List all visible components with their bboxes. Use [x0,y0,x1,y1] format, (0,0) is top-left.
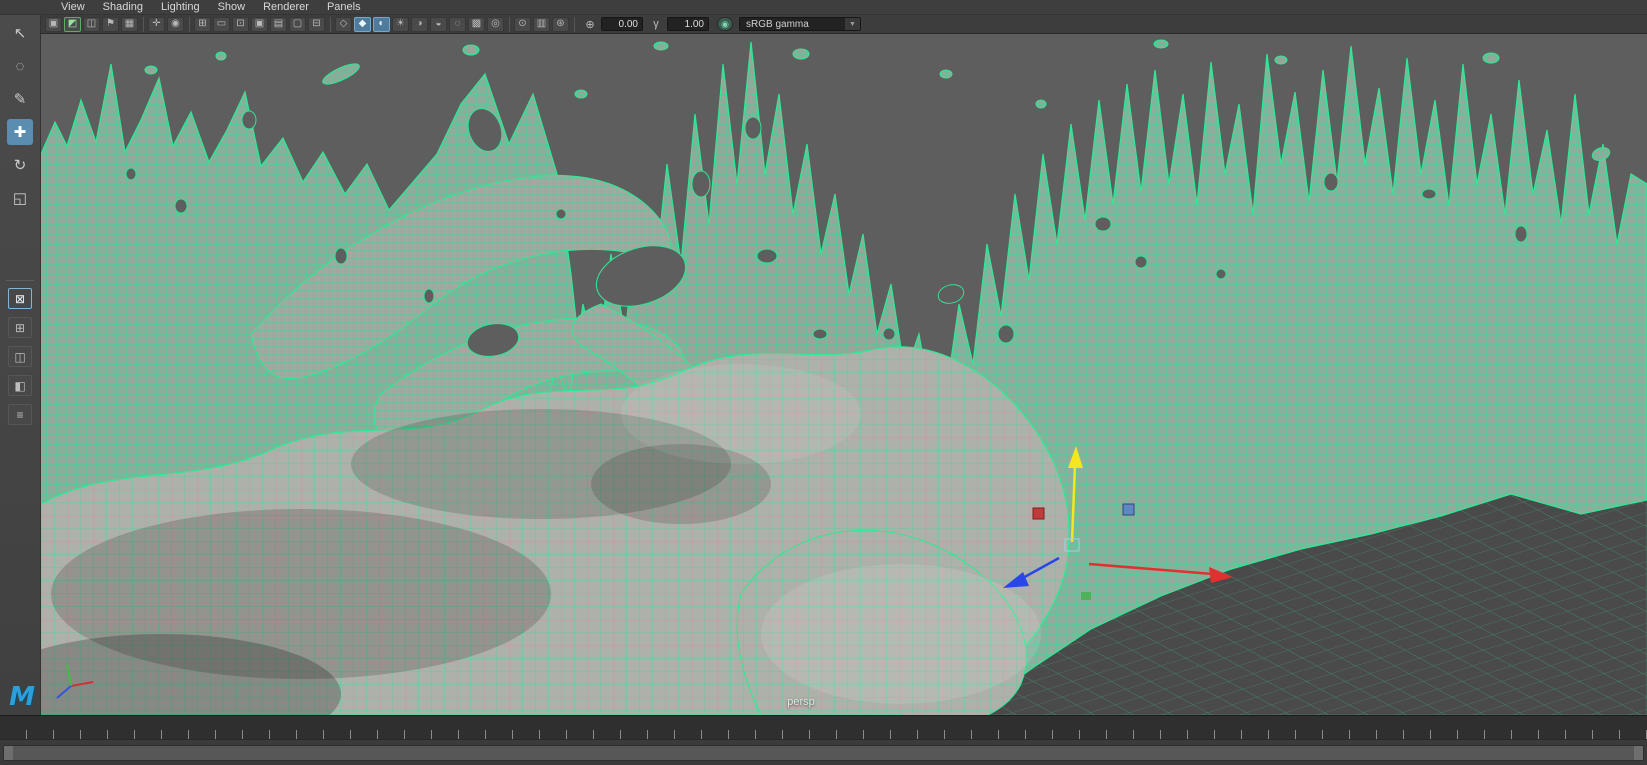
antialias-icon[interactable]: ▩ [468,16,485,32]
exposure-field[interactable]: 0.00 [601,17,643,31]
panel-menu-bar: View Shading Lighting Show Renderer Panels [0,0,1647,15]
resolution-gate-icon[interactable]: ⊡ [232,16,249,32]
manipulator-blue-cube[interactable] [1122,503,1135,516]
safe-action-icon[interactable]: ▢ [289,16,306,32]
toolbar-separator [327,16,331,32]
move-tool[interactable]: ✚ [7,119,33,145]
camera-attributes-icon[interactable]: ◫ [83,16,100,32]
grid-icon[interactable]: ⊞ [194,16,211,32]
toolbar-separator [186,16,190,32]
toolbar-separator [571,16,575,32]
view-transform-value: sRGB gamma [746,18,809,30]
motion-blur-icon[interactable]: ◌ [449,16,466,32]
viewport-canvas[interactable] [41,34,1647,715]
manipulator-green-handle[interactable] [1081,592,1091,600]
dropdown-arrow-icon[interactable]: ▼ [845,18,860,30]
shadows-icon[interactable]: ◑ [411,16,428,32]
depth-of-field-icon[interactable]: ◎ [487,16,504,32]
lasso-select-tool[interactable]: ◌ [7,53,33,79]
bookmark-icon[interactable]: ⚑ [102,16,119,32]
menu-renderer[interactable]: Renderer [254,0,318,14]
viewport-toolbar-icons: ▣ ◩ ◫ ⚑ ▦ ✛ ◉ ⊞ ▭ ⊡ ▣ ▤ ▢ ⊟ ◇ ◆ ◐ ☀ ◑ ◒ ◌ ▩ ◎ ⊙ ▥ ⊛ [45,16,577,32]
menu-show[interactable]: Show [209,0,255,14]
wireframe-icon[interactable]: ◇ [335,16,352,32]
maya-logo: M [9,681,35,712]
single-pane-layout-button[interactable]: ⊠ [8,288,32,309]
perspective-viewport[interactable]: persp [41,34,1647,715]
persp-outliner-layout-button[interactable]: ◧ [8,375,32,396]
safe-title-icon[interactable]: ⊟ [308,16,325,32]
four-pane-layout-button[interactable]: ⊞ [8,317,32,338]
toolbox: ↖ ◌ ✎ ✚ ↻ ◱ ⊠ ⊞ ◫ ◧ ≡ [0,15,41,715]
paint-select-tool[interactable]: ✎ [7,86,33,112]
oversampling-icon[interactable]: ◉ [167,16,184,32]
toolbox-layouts: ⊠ ⊞ ◫ ◧ ≡ [8,288,32,425]
exposure-icon[interactable]: ⊕ [583,18,597,31]
toolbox-tools: ↖ ◌ ✎ ✚ ↻ ◱ [7,20,33,211]
gate-mask-icon[interactable]: ▣ [251,16,268,32]
menu-shading[interactable]: Shading [94,0,152,14]
camera-name-label: persp [787,696,815,708]
rotate-tool[interactable]: ↻ [7,152,33,178]
field-chart-icon[interactable]: ▤ [270,16,287,32]
xray-icon[interactable]: ▥ [533,16,550,32]
viewport-toolbar: ▣ ◩ ◫ ⚑ ▦ ✛ ◉ ⊞ ▭ ⊡ ▣ ▤ ▢ ⊟ ◇ ◆ ◐ ☀ ◑ ◒ ◌ ▩ ◎ ⊙ ▥ ⊛ ⊕ 0.00 γ 1.00… [41,15,1647,34]
two-pane-layout-button[interactable]: ◫ [8,346,32,367]
ambient-occlusion-icon[interactable]: ◒ [430,16,447,32]
toolbox-divider [6,280,34,281]
textured-icon[interactable]: ◐ [373,16,390,32]
film-gate-icon[interactable]: ▭ [213,16,230,32]
gamma-icon[interactable]: γ [649,18,663,30]
menu-lighting[interactable]: Lighting [152,0,209,14]
manipulator-red-cube[interactable] [1032,507,1045,520]
camera-lock-icon[interactable]: ◩ [64,16,81,32]
toolbar-separator [140,16,144,32]
isolate-select-icon[interactable]: ⊙ [514,16,531,32]
scale-tool[interactable]: ◱ [7,185,33,211]
range-slider[interactable] [0,739,1647,765]
menu-view[interactable]: View [52,0,94,14]
toolbar-separator [506,16,510,32]
image-plane-icon[interactable]: ▦ [121,16,138,32]
color-management-toggle[interactable]: ◉ [717,17,733,31]
view-transform-dropdown[interactable]: sRGB gamma ▼ [739,17,861,31]
wireframe-on-shaded-icon[interactable]: ⊛ [552,16,569,32]
range-slider-bar[interactable] [3,744,1644,761]
shaded-icon[interactable]: ◆ [354,16,371,32]
time-slider[interactable] [0,715,1647,739]
maya-application-window: View Shading Lighting Show Renderer Panels ▣ ◩… [0,0,1647,765]
select-tool[interactable]: ↖ [7,20,33,46]
select-camera-icon[interactable]: ▣ [45,16,62,32]
gamma-field[interactable]: 1.00 [667,17,709,31]
use-all-lights-icon[interactable]: ☀ [392,16,409,32]
layout-menu-button[interactable]: ≡ [8,404,32,425]
menu-panels[interactable]: Panels [318,0,370,14]
pan-zoom-icon[interactable]: ✛ [148,16,165,32]
